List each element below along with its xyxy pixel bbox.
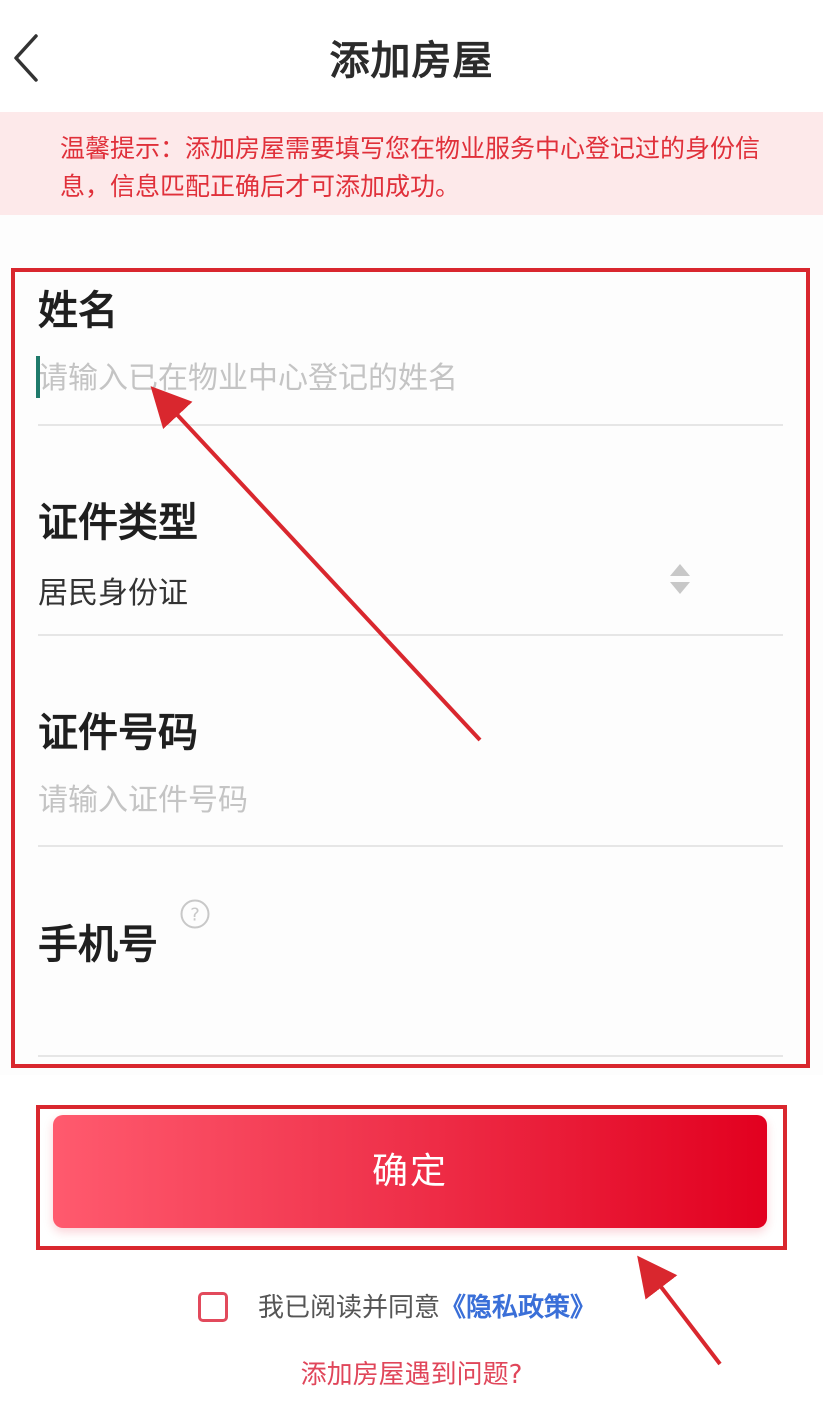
id-type-select[interactable]: 居民身份证 xyxy=(38,568,188,612)
name-input[interactable] xyxy=(38,357,738,399)
phone-label: 手机号 xyxy=(38,922,158,968)
confirm-button[interactable]: 确定 xyxy=(53,1115,767,1228)
id-number-label: 证件号码 xyxy=(38,710,198,756)
divider xyxy=(38,845,783,847)
svg-text:?: ? xyxy=(190,905,200,926)
phone-input[interactable] xyxy=(38,990,738,1032)
sort-updown-icon[interactable] xyxy=(668,562,692,596)
name-label: 姓名 xyxy=(38,288,118,334)
annotation-arrow-to-button xyxy=(637,1255,722,1366)
agreement-text: 我已阅读并同意《隐私政策》 xyxy=(258,1290,596,1326)
question-circle-icon[interactable]: ? xyxy=(180,899,210,929)
trouble-link[interactable]: 添加房屋遇到问题? xyxy=(0,1354,823,1391)
divider xyxy=(38,1055,783,1057)
agree-checkbox[interactable] xyxy=(198,1292,228,1322)
page-title: 添加房屋 xyxy=(329,38,494,84)
app-header: 添加房屋 xyxy=(0,0,823,112)
id-number-input[interactable] xyxy=(38,779,738,821)
divider xyxy=(38,424,783,426)
agreement-prefix: 我已阅读并同意 xyxy=(258,1293,441,1323)
privacy-policy-link[interactable]: 《隐私政策》 xyxy=(440,1293,596,1323)
text-cursor xyxy=(36,356,40,398)
divider xyxy=(38,634,783,636)
notice-banner: 温馨提示：添加房屋需要填写您在物业服务中心登记过的身份信息，信息匹配正确后才可添… xyxy=(0,112,823,215)
id-type-label: 证件类型 xyxy=(38,500,198,546)
